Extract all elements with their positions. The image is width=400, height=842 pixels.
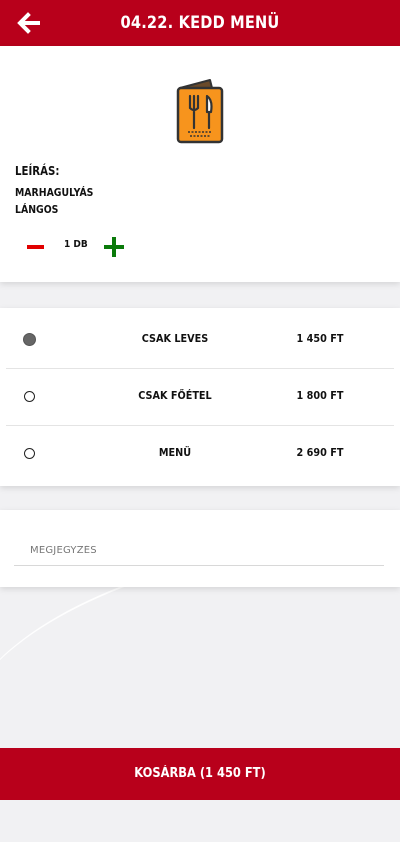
option-row-soup[interactable]: CSAK LEVES 1 450 FT (0, 310, 400, 367)
option-name: CSAK FŐÉTEL (138, 389, 212, 402)
option-name: CSAK LEVES (141, 332, 209, 345)
description-line: MARHAGULYÁS (15, 186, 94, 199)
note-card (0, 510, 400, 587)
add-to-cart-button[interactable]: KOSÁRBA (1 450 FT) (0, 748, 400, 800)
radio-unselected-icon[interactable] (24, 391, 35, 402)
option-row-main-course[interactable]: CSAK FŐÉTEL 1 800 FT (0, 367, 400, 424)
option-list: CSAK LEVES 1 450 FT CSAK FŐÉTEL 1 800 FT… (0, 308, 400, 486)
add-to-cart-label: KOSÁRBA (1 450 FT) (134, 766, 266, 781)
page-title: 04.22. KEDD MENÜ (120, 13, 280, 33)
radio-unselected-icon[interactable] (24, 448, 35, 459)
decrease-quantity-button[interactable] (27, 245, 44, 249)
menu-cutlery-icon (176, 79, 224, 144)
option-row-menu[interactable]: MENÜ 2 690 FT (0, 424, 400, 481)
header-bar: 04.22. KEDD MENÜ (0, 0, 400, 46)
increase-quantity-button[interactable] (104, 237, 124, 257)
description-label: LEÍRÁS: (15, 164, 60, 178)
radio-selected-icon[interactable] (23, 333, 36, 346)
option-name: MENÜ (158, 446, 192, 459)
option-price: 1 800 FT (296, 389, 344, 402)
note-input[interactable] (14, 536, 384, 566)
quantity-value: 1 DB (64, 239, 88, 250)
option-price: 2 690 FT (296, 446, 344, 459)
option-price: 1 450 FT (296, 332, 344, 345)
description-line: LÁNGOS (15, 203, 59, 216)
product-card: LEÍRÁS: MARHAGULYÁS LÁNGOS 1 DB (0, 46, 400, 282)
